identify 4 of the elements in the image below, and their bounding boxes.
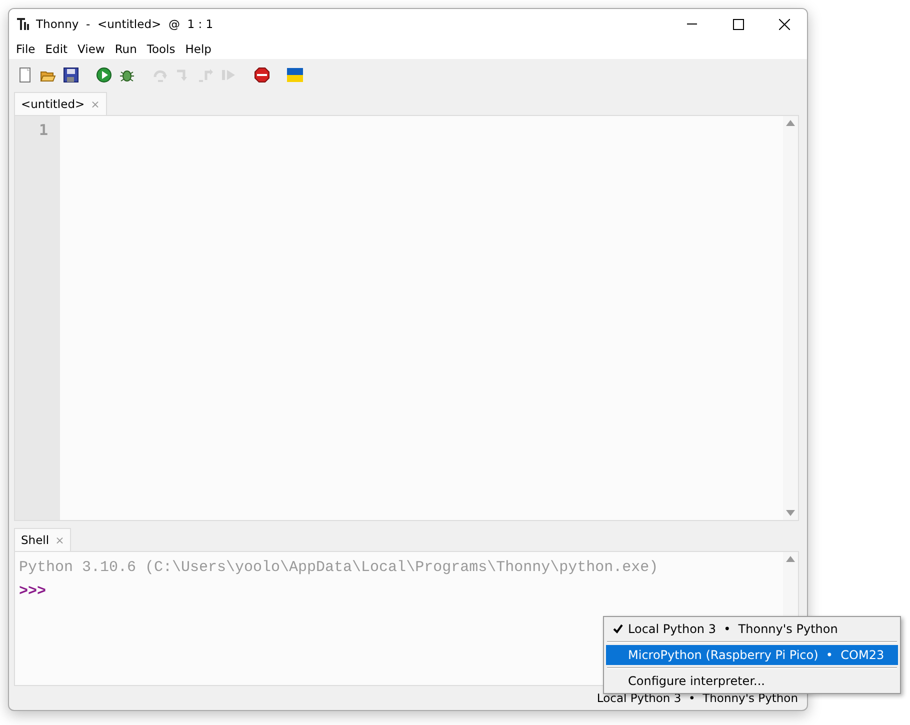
shell-output: Python 3.10.6 (C:\Users\yoolo\AppData\Local\Programs\Thonny\python.exe) (19, 558, 660, 578)
shell-prompt: >>> (19, 582, 48, 602)
line-number: 1 (38, 121, 48, 139)
window-title: Thonny - <untitled> @ 1 : 1 (36, 17, 214, 31)
